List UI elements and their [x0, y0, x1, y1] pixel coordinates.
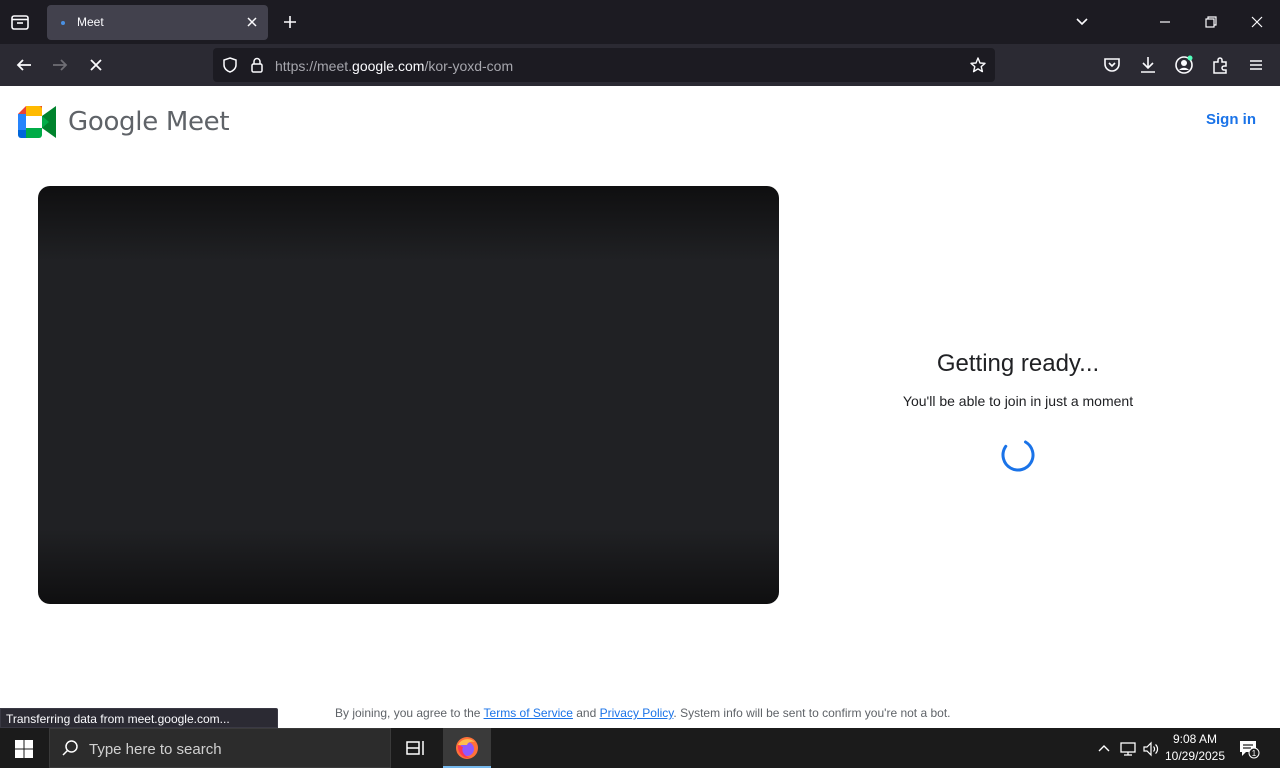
google-meet-brand[interactable]: Google Meet — [68, 107, 230, 137]
browser-tab-strip: Meet — [0, 0, 1280, 44]
menu-icon[interactable] — [1244, 53, 1268, 77]
stop-loading-icon[interactable] — [84, 53, 108, 77]
url-text: https://meet.google.com/kor-yoxd-com — [275, 58, 514, 74]
taskbar-firefox[interactable] — [443, 728, 491, 768]
forward-arrow-icon[interactable] — [48, 53, 72, 77]
getting-ready-title: Getting ready... — [936, 350, 1100, 377]
taskbar-search-box[interactable]: Type here to search — [49, 728, 391, 768]
search-icon — [61, 739, 79, 757]
windows-start-icon[interactable] — [14, 739, 34, 759]
tab-title: Meet — [77, 15, 104, 29]
task-view-icon[interactable] — [405, 738, 427, 758]
notification-center-icon[interactable]: 1 — [1238, 739, 1260, 759]
pocket-icon[interactable] — [1100, 53, 1124, 77]
tab-meet[interactable]: Meet — [47, 5, 268, 40]
minimize-icon[interactable] — [1155, 12, 1175, 32]
downloads-icon[interactable] — [1136, 53, 1160, 77]
notification-count: 1 — [1252, 749, 1257, 758]
google-meet-logo-icon[interactable] — [18, 106, 56, 138]
list-all-tabs-icon[interactable] — [8, 10, 32, 34]
meet-header: Google Meet Sign in — [0, 86, 1280, 160]
shield-icon[interactable] — [221, 56, 239, 74]
restore-icon[interactable] — [1201, 12, 1221, 32]
account-icon[interactable] — [1172, 53, 1196, 77]
sign-in-button[interactable]: Sign in — [1206, 111, 1256, 128]
privacy-policy-link[interactable]: Privacy Policy — [600, 706, 674, 720]
back-arrow-icon[interactable] — [12, 53, 36, 77]
clock-date: 10/29/2025 — [1164, 749, 1226, 763]
windows-taskbar: Type here to search 9:08 AM 10/29/2025 1 — [0, 728, 1280, 768]
bookmark-star-icon[interactable] — [969, 56, 987, 74]
browser-navbar: https://meet.google.com/kor-yoxd-com — [0, 44, 1280, 86]
getting-ready-subtitle: You'll be able to join in just a moment — [902, 393, 1134, 409]
chevron-up-icon[interactable] — [1095, 740, 1113, 758]
lock-icon[interactable] — [248, 56, 266, 74]
network-icon[interactable] — [1119, 740, 1137, 758]
chevron-down-icon[interactable] — [1072, 12, 1092, 32]
clock-time: 9:08 AM — [1172, 732, 1218, 746]
close-window-icon[interactable] — [1247, 12, 1267, 32]
system-clock[interactable]: 9:08 AM 10/29/2025 — [1162, 731, 1228, 765]
terms-notice: By joining, you agree to the Terms of Se… — [335, 706, 951, 720]
video-preview — [38, 186, 779, 604]
terms-of-service-link[interactable]: Terms of Service — [484, 706, 573, 720]
loading-icon — [61, 21, 65, 25]
status-bubble: Transferring data from meet.google.com..… — [0, 708, 278, 728]
search-placeholder: Type here to search — [89, 741, 222, 758]
close-tab-icon[interactable] — [244, 14, 260, 30]
firefox-icon — [455, 736, 479, 760]
extensions-icon[interactable] — [1208, 53, 1232, 77]
volume-icon[interactable] — [1142, 740, 1160, 758]
new-tab-icon[interactable] — [280, 12, 300, 32]
address-bar[interactable]: https://meet.google.com/kor-yoxd-com — [213, 48, 995, 82]
loading-spinner-icon — [1000, 437, 1036, 473]
